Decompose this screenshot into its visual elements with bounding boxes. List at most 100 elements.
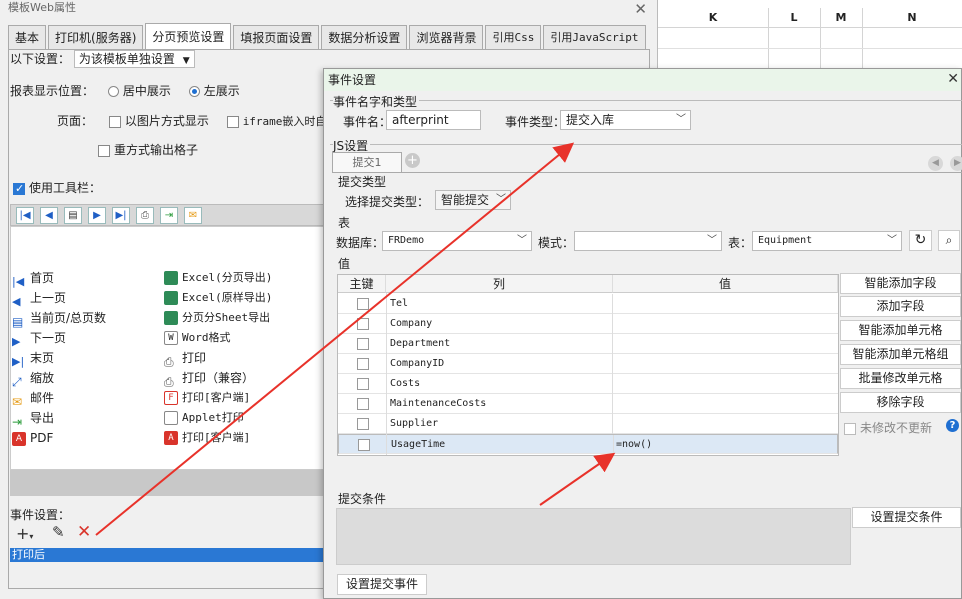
list-item-page-count[interactable]: ▤ 当前页/总页数 — [12, 308, 106, 329]
set-submit-event-button[interactable]: 设置提交事件 — [337, 574, 427, 595]
event-type-select[interactable]: 提交入库 ﹀ — [560, 110, 691, 130]
primary-key-checkbox[interactable] — [357, 378, 369, 390]
row-value[interactable] — [614, 354, 838, 374]
column-header-k[interactable]: K — [658, 8, 768, 28]
mail-icon[interactable]: ✉ — [184, 207, 202, 224]
tab-printer-server[interactable]: 打印机(服务器) — [48, 25, 144, 49]
tab-javascript[interactable]: 引用JavaScript — [543, 25, 646, 49]
list-item-print[interactable]: ⎙ 打印 — [164, 348, 206, 369]
submit-type-group-label: 提交类型 — [338, 175, 387, 189]
settings-select[interactable]: 为该模板单独设置 ▼ — [73, 50, 195, 68]
page-count-icon[interactable]: ▤ — [64, 207, 82, 224]
list-item-sheet-export[interactable]: 分页分Sheet导出 — [164, 308, 270, 328]
table-row[interactable]: Department — [338, 334, 838, 354]
list-item-pdf[interactable]: A PDF — [12, 428, 53, 448]
list-item-word[interactable]: W Word格式 — [164, 328, 231, 348]
row-value[interactable] — [614, 334, 838, 354]
list-item-excel-paged[interactable]: Excel(分页导出) — [164, 268, 272, 288]
table-row[interactable]: CompanyID — [338, 354, 838, 374]
list-item-zoom[interactable]: ⤢ 缩放 — [12, 368, 54, 389]
primary-key-checkbox[interactable] — [358, 439, 370, 451]
add-field-button[interactable]: 添加字段 — [840, 296, 961, 317]
tab-data-analysis[interactable]: 数据分析设置 — [321, 25, 408, 49]
next-page-icon[interactable]: ▶ — [88, 207, 106, 224]
table-row[interactable]: MaintenanceCosts — [338, 394, 838, 414]
mode-select[interactable]: ﹀ — [574, 231, 722, 251]
table-row[interactable]: Costs — [338, 374, 838, 394]
row-value[interactable] — [614, 374, 838, 394]
opt-image[interactable]: 以图片方式显示 — [108, 114, 209, 128]
table-select[interactable]: Equipment ﹀ — [752, 231, 902, 251]
export-icon[interactable]: ⇥ — [160, 207, 178, 224]
opt-iframe[interactable]: iframe嵌入时自动 — [226, 114, 337, 128]
tab-submit-1[interactable]: 提交1 — [332, 152, 402, 172]
tab-browser-background[interactable]: 浏览器背景 — [409, 25, 484, 49]
row-value[interactable] — [614, 314, 838, 334]
table-row[interactable]: UsageTime =now() — [338, 434, 839, 455]
list-item-first-page[interactable]: |◀ 首页 — [12, 268, 54, 288]
prev-page-icon[interactable]: ◀ — [40, 207, 58, 224]
smart-add-field-button[interactable]: 智能添加字段 — [840, 273, 961, 294]
column-header-m[interactable]: M — [820, 8, 862, 28]
set-condition-button[interactable]: 设置提交条件 — [852, 507, 961, 528]
smart-add-cell-button[interactable]: 智能添加单元格 — [840, 320, 961, 341]
scroll-left-icon[interactable]: ◀ — [928, 156, 943, 171]
tab-fill-page[interactable]: 填报页面设置 — [233, 25, 320, 49]
delete-icon[interactable]: ✕ — [77, 522, 91, 542]
list-item-prev-page[interactable]: ◀ 上一页 — [12, 288, 66, 308]
scroll-right-icon[interactable]: ▶ — [950, 156, 962, 171]
list-item-applet-print[interactable]: Applet打印 — [164, 408, 244, 428]
submit-type-select[interactable]: 智能提交 ﹀ — [435, 190, 511, 210]
condition-area[interactable] — [336, 508, 851, 565]
close-icon[interactable]: ✕ — [634, 0, 647, 18]
opt-repeat[interactable]: 重方式输出格子 — [98, 142, 198, 158]
event-name-input[interactable]: afterprint — [386, 110, 481, 130]
add-event-icon[interactable]: +▾ — [16, 524, 33, 543]
table-row[interactable]: Tel — [338, 294, 838, 314]
help-icon[interactable]: ? — [946, 419, 959, 432]
primary-key-checkbox[interactable] — [357, 418, 369, 430]
last-page-icon[interactable]: ▶| — [112, 207, 130, 224]
remove-field-button[interactable]: 移除字段 — [840, 392, 961, 413]
list-item-export[interactable]: ⇥ 导出 — [12, 408, 54, 429]
use-toolbar[interactable]: 使用工具栏： — [13, 180, 101, 197]
list-item-next-page[interactable]: ▶ 下一页 — [12, 328, 66, 348]
refresh-icon[interactable]: ↻ — [909, 230, 932, 251]
list-item-pdf-print[interactable]: A 打印[客户端] — [164, 428, 250, 448]
tab-css[interactable]: 引用Css — [485, 25, 542, 49]
print-icon[interactable]: ⎙ — [136, 207, 154, 224]
add-tab-icon[interactable]: + — [405, 153, 420, 168]
table-row[interactable]: Supplier — [338, 414, 838, 434]
row-value[interactable] — [614, 394, 838, 414]
smart-add-cell-group-button[interactable]: 智能添加单元格组 — [840, 344, 961, 365]
event-item-after-print[interactable]: 打印后 — [10, 548, 330, 562]
search-icon[interactable]: ⌕ — [938, 230, 960, 251]
edit-icon[interactable]: ✎ — [52, 523, 65, 541]
primary-key-checkbox[interactable] — [357, 398, 369, 410]
column-header-l[interactable]: L — [768, 8, 820, 28]
primary-key-checkbox[interactable] — [357, 358, 369, 370]
list-item-mail[interactable]: ✉ 邮件 — [12, 388, 54, 409]
row-value[interactable]: =now() — [615, 435, 839, 455]
close-icon[interactable]: ✕ — [947, 71, 959, 87]
no-modify-option[interactable]: 未修改不更新 — [844, 419, 932, 436]
primary-key-checkbox[interactable] — [357, 338, 369, 350]
row-value[interactable] — [614, 294, 838, 314]
excel-icon — [164, 311, 178, 325]
batch-modify-cell-button[interactable]: 批量修改单元格 — [840, 368, 961, 389]
list-item-last-page[interactable]: ▶| 末页 — [12, 348, 54, 368]
tab-basic[interactable]: 基本 — [8, 25, 47, 49]
primary-key-checkbox[interactable] — [357, 318, 369, 330]
list-item-print-client[interactable]: F 打印[客户端] — [164, 388, 250, 408]
radio-left[interactable]: 左展示 — [188, 84, 240, 98]
tab-paging-preview[interactable]: 分页预览设置 — [145, 23, 232, 49]
list-item-excel-original[interactable]: Excel(原样导出) — [164, 288, 272, 308]
first-page-icon[interactable]: |◀ — [16, 207, 34, 224]
column-header-n[interactable]: N — [862, 8, 962, 28]
database-select[interactable]: FRDemo ﹀ — [382, 231, 532, 251]
list-item-print-compat[interactable]: ⎙ 打印（兼容） — [164, 368, 254, 389]
row-value[interactable] — [614, 414, 838, 434]
table-row[interactable]: Company — [338, 314, 838, 334]
radio-center[interactable]: 居中展示 — [107, 84, 171, 98]
primary-key-checkbox[interactable] — [357, 298, 369, 310]
